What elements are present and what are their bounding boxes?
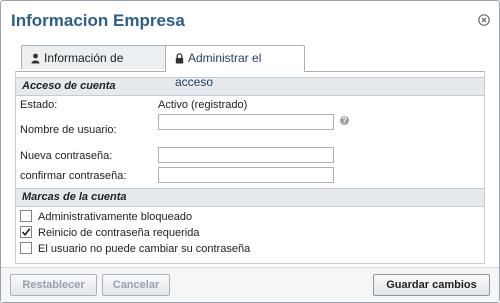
tab-user-info[interactable]: Información de usuario [21,45,176,89]
flag-password-reset-label: Reinicio de contraseña requerida [38,227,200,239]
help-icon[interactable]: ? [340,116,349,125]
flag-cannot-change-checkbox[interactable] [20,242,32,254]
flag-locked-label: Administrativamente bloqueado [38,211,193,223]
new-password-label: Nueva contraseña: [20,150,113,162]
flag-locked-row[interactable]: Administrativamente bloqueado [20,210,192,224]
user-dialog: Informacion Empresa Información de usuar… [0,0,500,303]
confirm-password-input[interactable] [158,167,334,183]
tab-bar: Información de usuario Administrar el ac… [15,45,485,89]
tab-manage-access[interactable]: Administrar el acceso [165,45,305,89]
flag-password-reset-checkbox[interactable] [20,226,32,238]
status-value: Activo (registrado) [158,99,248,111]
user-icon [31,53,40,64]
dialog-title: Informacion Empresa [11,11,185,30]
reset-button[interactable]: Restablecer [10,274,97,296]
flag-cannot-change-row[interactable]: El usuario no puede cambiar su contraseñ… [20,242,250,256]
status-label: Estado: [20,99,58,111]
new-password-input[interactable] [158,147,334,163]
access-panel: Acceso de cuenta Estado: Activo (registr… [15,71,485,264]
checkmark-icon [21,228,31,237]
cancel-button[interactable]: Cancelar [102,274,170,296]
save-button[interactable]: Guardar cambios [373,274,490,296]
close-icon[interactable] [478,14,490,26]
username-label: Nombre de usuario: [20,124,117,136]
flag-locked-checkbox[interactable] [20,210,32,222]
flag-password-reset-row[interactable]: Reinicio de contraseña requerida [20,226,199,240]
confirm-password-label: confirmar contraseña: [20,170,127,182]
username-input[interactable] [158,114,334,130]
account-flags-header: Marcas de la cuenta [16,188,484,207]
account-access-header: Acceso de cuenta [16,77,484,96]
lock-icon [175,53,184,64]
dialog-footer: Restablecer Cancelar Guardar cambios [1,267,499,302]
flag-cannot-change-label: El usuario no puede cambiar su contraseñ… [38,243,251,255]
